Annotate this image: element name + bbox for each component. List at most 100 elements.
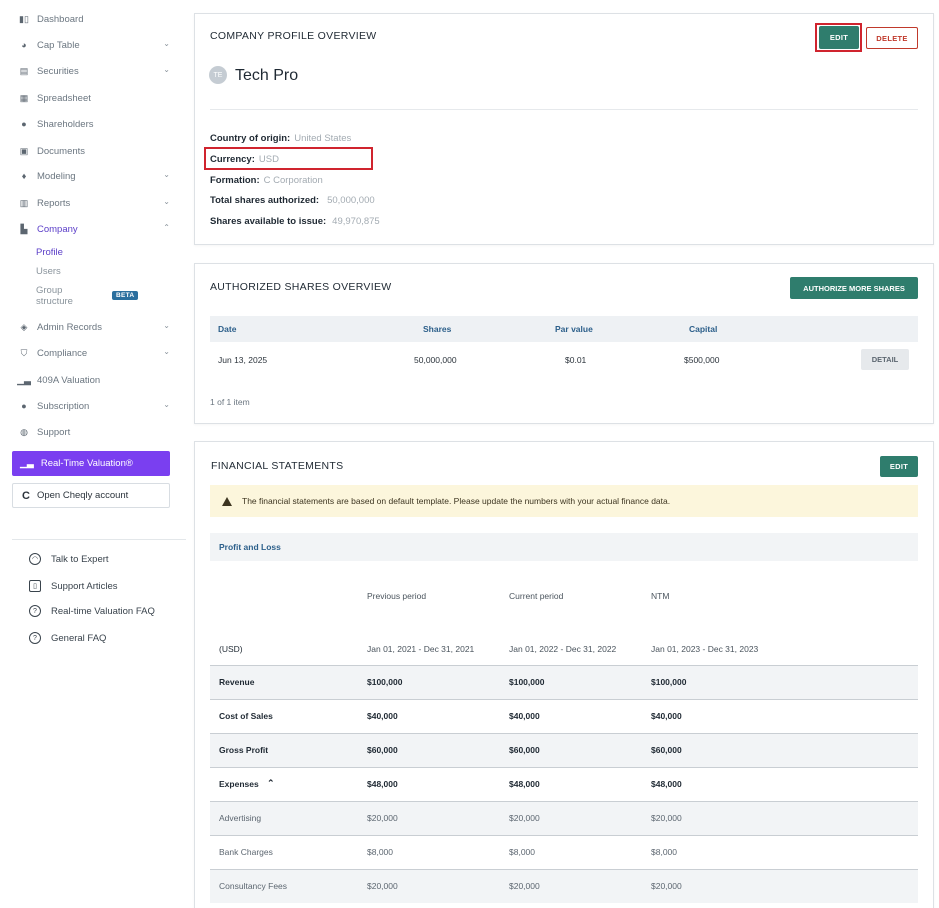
field-total-shares-authorized: Total shares authorized: 50,000,000 xyxy=(210,195,375,206)
row-value: $8,000 xyxy=(509,847,535,857)
sidebar-item-label: 409A Valuation xyxy=(37,374,101,386)
sidebar-subitem-profile[interactable]: Profile xyxy=(36,247,63,258)
document-icon: ▣ xyxy=(19,145,29,156)
row-label: Cost of Sales xyxy=(219,711,273,721)
row-label: Bank Charges xyxy=(219,847,273,857)
chevron-down-icon: ⌄ xyxy=(163,400,170,409)
column-header-capital[interactable]: Capital xyxy=(689,324,717,334)
sidebar-item-label: Shareholders xyxy=(37,118,94,130)
sidebar-item-admin-records[interactable]: ◈ Admin Records ⌄ xyxy=(18,317,174,337)
sidebar-item-label: Spreadsheet xyxy=(37,92,91,104)
authorized-shares-title: AUTHORIZED SHARES OVERVIEW xyxy=(210,281,392,293)
sidebar-subitem-users[interactable]: Users xyxy=(36,266,61,277)
table-row-bank-charges: Bank Charges $8,000 $8,000 $8,000 xyxy=(210,835,918,869)
row-value: $48,000 xyxy=(509,779,540,789)
sidebar-item-409a-valuation[interactable]: ▁▃ 409A Valuation xyxy=(17,370,174,390)
column-header-par-value[interactable]: Par value xyxy=(555,324,593,334)
row-label: Expenses xyxy=(219,779,259,789)
period-header-ntm: NTM xyxy=(651,591,670,601)
sidebar-item-dashboard[interactable]: ▮▯ Dashboard xyxy=(18,9,174,29)
real-time-valuation-button[interactable]: ▁▃ Real-Time Valuation® xyxy=(12,451,170,476)
group-structure-line2: structure xyxy=(36,296,73,307)
sidebar-item-subscription[interactable]: ● Subscription ⌄ xyxy=(18,396,174,416)
sidebar-item-shareholders[interactable]: ● Shareholders xyxy=(18,114,174,134)
financial-statements-title: FINANCIAL STATEMENTS xyxy=(211,460,344,472)
shield-icon: ⛉ xyxy=(20,347,28,358)
row-value: $40,000 xyxy=(367,711,398,721)
table-row-expenses[interactable]: Expenses ⌃ $48,000 $48,000 $48,000 xyxy=(210,767,918,801)
sidebar-item-label: Securities xyxy=(37,65,79,77)
help-support-articles[interactable]: ▯ Support Articles xyxy=(29,580,118,592)
highlight-currency-box xyxy=(204,147,373,170)
support-icon: ◍ xyxy=(20,426,28,437)
row-par-value: $0.01 xyxy=(565,355,587,365)
sidebar-item-company[interactable]: ▙ Company ⌃ xyxy=(18,219,174,239)
sidebar-item-reports[interactable]: ▥ Reports ⌄ xyxy=(18,193,174,213)
field-formation: Formation: C Corporation xyxy=(210,175,323,186)
help-label: Talk to Expert xyxy=(51,553,109,565)
sidebar-item-label: Reports xyxy=(37,197,71,209)
chevron-down-icon: ⌄ xyxy=(163,65,170,74)
question-icon: ? xyxy=(29,605,41,617)
chevron-down-icon: ⌄ xyxy=(163,170,170,179)
table-row-cost-of-sales: Cost of Sales $40,000 $40,000 $40,000 xyxy=(210,699,918,733)
question-icon: ? xyxy=(29,632,41,644)
row-label: Consultancy Fees xyxy=(219,881,288,891)
sidebar-item-documents[interactable]: ▣ Documents xyxy=(18,141,174,161)
help-general-faq[interactable]: ? General FAQ xyxy=(29,632,106,644)
row-value: $8,000 xyxy=(367,847,393,857)
sidebar-item-support[interactable]: ◍ Support xyxy=(18,422,174,442)
column-header-shares[interactable]: Shares xyxy=(423,324,451,334)
company-name: Tech Pro xyxy=(235,67,299,84)
chevron-up-icon: ⌃ xyxy=(163,223,170,232)
period-header-previous: Previous period xyxy=(367,591,427,601)
edit-financials-button[interactable]: EDIT xyxy=(880,456,918,477)
field-key: Total shares authorized: xyxy=(210,195,320,206)
tab-profit-and-loss[interactable]: Profit and Loss xyxy=(210,533,918,561)
authorize-more-shares-button[interactable]: AUTHORIZE MORE SHARES xyxy=(790,277,918,299)
table-row-gross-profit: Gross Profit $60,000 $60,000 $60,000 xyxy=(210,733,918,767)
book-icon: ▯ xyxy=(29,580,41,592)
headset-icon: ◠ xyxy=(29,553,41,565)
row-date: Jun 13, 2025 xyxy=(218,355,268,365)
open-cheqly-account-button[interactable]: C Open Cheqly account xyxy=(12,483,170,508)
sidebar-item-label: Dashboard xyxy=(37,13,84,25)
delete-profile-button[interactable]: DELETE xyxy=(866,27,918,49)
sidebar-item-securities[interactable]: ▤ Securities ⌄ xyxy=(18,61,174,81)
chevron-up-icon[interactable]: ⌃ xyxy=(267,778,275,789)
row-value: $20,000 xyxy=(367,881,398,891)
sidebar-item-label: Compliance xyxy=(37,347,88,359)
sidebar-divider xyxy=(12,539,186,540)
table-row-consultancy-fees: Consultancy Fees $20,000 $20,000 $20,000 xyxy=(210,869,918,903)
row-value: $40,000 xyxy=(651,711,682,721)
chevron-down-icon: ⌄ xyxy=(163,39,170,48)
highlight-edit-box xyxy=(815,23,862,52)
cheqly-label: Open Cheqly account xyxy=(36,490,129,501)
pagination-info: 1 of 1 item xyxy=(210,397,250,407)
group-structure-line1: Group xyxy=(36,285,63,296)
row-value: $20,000 xyxy=(509,813,540,823)
help-rtv-faq[interactable]: ? Real-time Valuation FAQ xyxy=(29,605,155,617)
sidebar-item-compliance[interactable]: ⛉ Compliance ⌄ xyxy=(18,343,174,363)
report-icon: ▥ xyxy=(19,197,29,208)
row-label: Advertising xyxy=(219,813,262,823)
sidebar-item-modeling[interactable]: ♦ Modeling ⌄ xyxy=(18,166,174,186)
dollar-icon: ● xyxy=(21,401,27,411)
row-value: $20,000 xyxy=(509,881,540,891)
help-label: Support Articles xyxy=(51,580,118,592)
rtv-label: Real-Time Valuation® xyxy=(40,458,133,469)
detail-button[interactable]: DETAIL xyxy=(861,349,909,370)
person-icon: ● xyxy=(21,119,27,129)
sidebar-subitem-group-structure[interactable]: Group structure xyxy=(36,285,73,307)
profile-divider xyxy=(210,109,918,110)
help-talk-to-expert[interactable]: ◠ Talk to Expert xyxy=(29,553,109,565)
field-key: Formation: xyxy=(210,175,260,186)
template-warning-banner: The financial statements are based on de… xyxy=(210,485,918,517)
field-key: Country of origin: xyxy=(210,133,291,144)
sidebar-item-cap-table[interactable]: ◕ Cap Table ⌄ xyxy=(18,35,174,55)
column-header-date[interactable]: Date xyxy=(218,324,236,334)
beta-badge: BETA xyxy=(112,291,139,300)
sidebar-item-spreadsheet[interactable]: ▦ Spreadsheet xyxy=(18,88,174,108)
bar-chart-icon: ▁▃ xyxy=(20,458,34,468)
range-ntm: Jan 01, 2023 - Dec 31, 2023 xyxy=(651,644,759,654)
